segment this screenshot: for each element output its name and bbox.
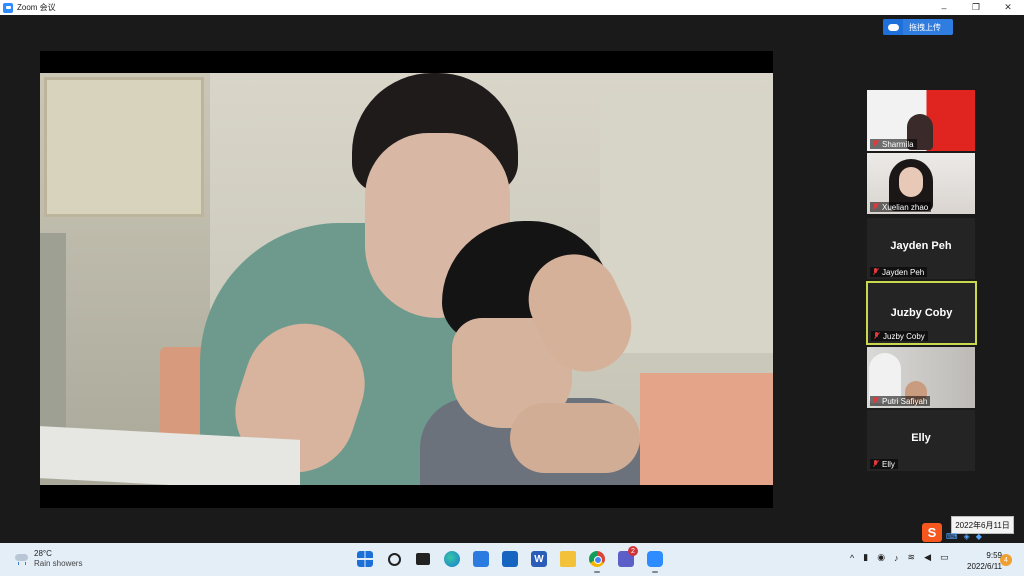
edge-icon [444,551,460,567]
start-button[interactable] [354,548,376,570]
participant-name-tag: Putri Safiyah [870,396,931,406]
participant-display-name: Juzby Coby [890,307,953,319]
notification-count-badge[interactable]: 4 [1000,554,1012,566]
mic-muted-icon [872,460,879,468]
word-icon: W [531,551,547,567]
edge-button[interactable] [441,548,463,570]
scene-board [44,77,204,217]
teams-button[interactable]: 2 [615,546,638,570]
volume-icon[interactable]: ◀ [924,552,931,563]
store-button[interactable] [470,548,492,570]
mic-muted-icon [872,140,879,148]
taskbar-clock[interactable]: 9:59 2022/6/11 [958,550,1002,572]
participant-face [899,167,923,197]
participant-name: Putri Safiyah [882,396,928,406]
participant-name-tag: Xuelian zhao [870,202,932,212]
webcam-icon[interactable]: ◉ [877,552,885,563]
system-tray: ^ ▮ ◉ ♪ ≋ ◀ ▭ [850,552,949,563]
participant-name: Elly [882,459,895,469]
shared-screen[interactable] [40,51,773,508]
weather-widget[interactable]: 28°C Rain showers [14,549,82,569]
store-icon [473,551,489,567]
scene-sofa-right [640,373,773,485]
chrome-button[interactable] [586,548,608,573]
participant-tile[interactable]: Xuelian zhao [867,153,975,214]
keyboard-icon[interactable]: ⌨ [946,532,958,542]
rain-cloud-icon [14,552,30,566]
weather-temperature: 28°C [34,549,52,558]
maximize-button[interactable]: ❐ [960,0,992,15]
folder-icon [560,551,576,567]
close-button[interactable]: ✕ [992,0,1024,15]
mail-button[interactable] [499,548,521,570]
participant-tile[interactable]: Jayden Peh Jayden Peh [867,218,975,279]
network-icon[interactable]: ◈ [964,532,970,542]
mic-muted-icon [873,332,880,340]
tray-overflow-icons: ⌨ ◈ ◆ [946,532,982,542]
app-tray-icon[interactable]: ▮ [863,552,868,563]
participant-name-tag: Jayden Peh [870,267,928,277]
notification-badge: 2 [628,546,638,556]
scene-hand-2 [510,403,640,473]
chevron-up-icon[interactable]: ^ [850,553,854,563]
search-button[interactable] [383,548,405,570]
word-button[interactable]: W [528,548,550,570]
mic-muted-icon [872,397,879,405]
clock-date: 2022/6/11 [967,562,1002,571]
task-view-icon [416,553,430,565]
shared-video [40,73,773,485]
taskbar: 28°C Rain showers W 2 ^ ▮ ◉ ♪ ≋ ◀ ▭ 9:59… [0,543,1024,576]
participant-name: Sharmila [882,139,914,149]
zoom-button[interactable] [644,548,666,573]
zoom-app-icon [3,2,13,13]
windows-start-icon [357,551,373,567]
participant-name-tag: Elly [870,459,898,469]
shield-icon[interactable]: ◆ [976,532,982,542]
participant-display-name: Jayden Peh [890,240,952,252]
taskbar-apps: W 2 [354,546,666,573]
meeting-area: 拖拽上传 Sharmila Xuelian zhao Jayden Peh Ja… [0,15,1024,543]
mic-muted-icon [872,268,879,276]
participant-display-name: Elly [911,432,931,444]
upload-label: 拖拽上传 [909,22,941,32]
participant-name: Jayden Peh [882,267,925,277]
running-indicator [594,571,600,573]
window-controls: – ❐ ✕ [928,0,1024,15]
mail-icon [502,551,518,567]
participant-name: Juzby Coby [883,331,925,341]
participant-tile[interactable]: Putri Safiyah [867,347,975,408]
mic-muted-icon [872,203,879,211]
sogou-ime-icon[interactable]: S [922,523,942,542]
search-icon [387,552,401,566]
window-title: Zoom 会议 [17,3,56,12]
participant-tile-active-speaker[interactable]: Juzby Coby Juzby Coby [866,281,977,345]
wifi-icon[interactable]: ≋ [908,552,916,563]
participant-name-tag: Juzby Coby [871,331,928,341]
minimize-button[interactable]: – [928,0,960,15]
participant-tile[interactable]: Sharmila [867,90,975,151]
cloud-upload-icon [883,19,903,35]
participant-name-tag: Sharmila [870,139,917,149]
chrome-icon [589,551,605,567]
window-titlebar: Zoom 会议 – ❐ ✕ [0,0,1024,15]
file-explorer-button[interactable] [557,548,579,570]
microphone-icon[interactable]: ♪ [894,553,899,563]
participant-tile[interactable]: Elly Elly [867,410,975,471]
battery-icon[interactable]: ▭ [940,552,949,563]
zoom-icon [647,551,663,567]
task-view-button[interactable] [412,548,434,570]
participant-name: Xuelian zhao [882,202,929,212]
running-indicator [652,571,658,573]
weather-description: Rain showers [34,559,83,568]
clock-time: 9:59 [986,551,1002,560]
upload-button[interactable]: 拖拽上传 [883,19,953,35]
